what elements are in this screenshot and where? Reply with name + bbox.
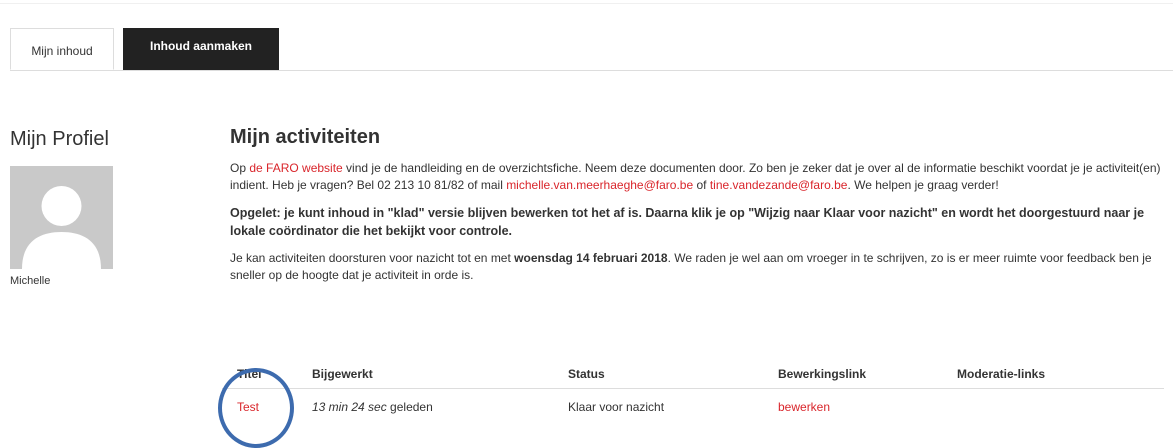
profile-name: Michelle <box>10 275 51 287</box>
cell-edit: bewerken <box>763 389 942 426</box>
user-silhouette-icon <box>10 166 113 269</box>
table-row: Test 13 min 24 sec geleden Klaar voor na… <box>222 389 1164 426</box>
tab-mijn-inhoud[interactable]: Mijn inhoud <box>10 28 114 70</box>
activity-title-link[interactable]: Test <box>237 400 259 414</box>
updated-time: 13 min 24 sec <box>312 400 387 414</box>
cell-moderation <box>942 389 1164 426</box>
tab-inhoud-aanmaken[interactable]: Inhoud aanmaken <box>123 28 279 70</box>
deadline-text-start: Je kan activiteiten doorsturen voor nazi… <box>230 251 515 265</box>
intro-text-start: Op <box>230 161 250 175</box>
deadline-date: woensdag 14 februari 2018 <box>514 251 668 265</box>
header-moderatie-links: Moderatie-links <box>942 360 1164 389</box>
deadline-paragraph: Je kan activiteiten doorsturen voor nazi… <box>230 250 1165 284</box>
edit-link[interactable]: bewerken <box>778 400 830 414</box>
intro-text-end: . We helpen je graag verder! <box>847 178 999 192</box>
faro-website-link[interactable]: de FARO website <box>249 161 342 175</box>
updated-suffix: geleden <box>386 400 433 414</box>
avatar[interactable] <box>10 166 113 269</box>
header-status[interactable]: Status <box>553 360 763 389</box>
table-header-row: Titel Bijgewerkt Status Bewerkingslink M… <box>222 360 1164 389</box>
cell-updated: 13 min 24 sec geleden <box>297 389 553 426</box>
cell-title: Test <box>222 389 297 426</box>
top-divider <box>0 3 1173 4</box>
email-link-michelle[interactable]: michelle.van.meerhaeghe@faro.be <box>506 178 693 192</box>
header-bijgewerkt[interactable]: Bijgewerkt <box>297 360 553 389</box>
cell-status: Klaar voor nazicht <box>568 400 665 414</box>
profile-title: Mijn Profiel <box>10 128 109 150</box>
page-title: Mijn activiteiten <box>230 126 381 148</box>
intro-text-or: of <box>693 178 710 192</box>
main-content: Mijn activiteiten Op de FARO website vin… <box>230 124 1165 294</box>
activities-table: Titel Bijgewerkt Status Bewerkingslink M… <box>222 360 1164 425</box>
content-tabs: Mijn inhoud Inhoud aanmaken <box>10 28 1173 71</box>
header-bewerkingslink: Bewerkingslink <box>763 360 942 389</box>
header-titel[interactable]: Titel <box>222 360 297 389</box>
email-link-tine[interactable]: tine.vandezande@faro.be <box>710 178 848 192</box>
warning-paragraph: Opgelet: je kunt inhoud in "klad" versie… <box>230 206 1145 238</box>
intro-paragraph: Op de FARO website vind je de handleidin… <box>230 160 1165 194</box>
